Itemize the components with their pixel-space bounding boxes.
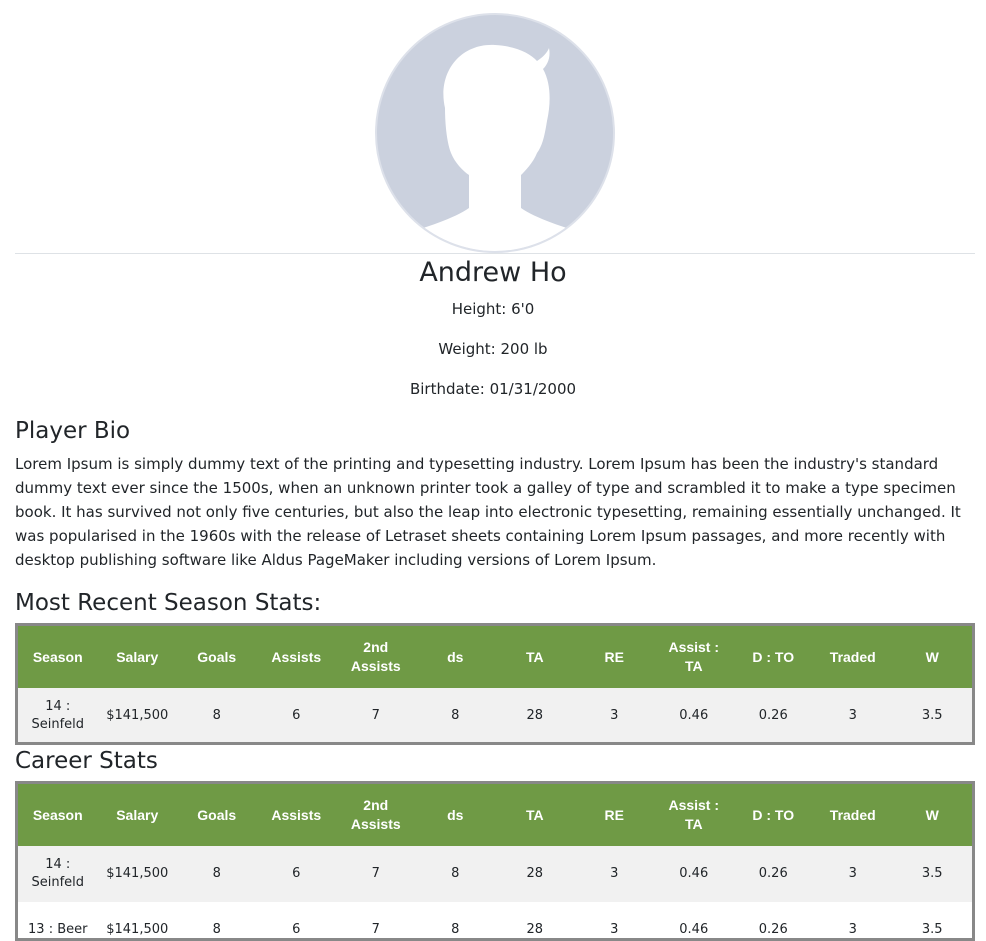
column-header: Traded xyxy=(813,626,893,688)
column-header: W xyxy=(892,626,972,688)
table-cell: 8 xyxy=(415,902,495,938)
table-cell: 3.5 xyxy=(892,846,972,902)
column-header: W xyxy=(892,784,972,846)
career-stats-title: Career Stats xyxy=(15,748,158,774)
table-cell: 3 xyxy=(574,688,654,742)
recent-stats-title: Most Recent Season Stats: xyxy=(15,590,322,616)
table-row: 14 : Seinfeld $141,500 8 6 7 8 28 3 0.46 0.26 3 3.5 xyxy=(18,688,972,742)
player-name: Andrew Ho xyxy=(419,257,567,288)
table-cell: 8 xyxy=(177,688,257,742)
table-cell: 28 xyxy=(495,902,575,938)
player-birthdate: Birthdate: 01/31/2000 xyxy=(409,380,577,398)
column-header: TA xyxy=(495,626,575,688)
column-header: Assists xyxy=(256,626,336,688)
table-cell: 0.46 xyxy=(654,902,734,938)
table-cell: 0.26 xyxy=(733,846,813,902)
column-header: Assists xyxy=(256,784,336,846)
column-header: Goals xyxy=(177,784,257,846)
table-cell: 7 xyxy=(336,688,416,742)
column-header: Traded xyxy=(813,784,893,846)
column-header: Assist : TA xyxy=(654,784,734,846)
table-cell: 6 xyxy=(256,688,336,742)
table-cell: 3.5 xyxy=(892,902,972,938)
table-cell: 3 xyxy=(574,902,654,938)
bio-text: Lorem Ipsum is simply dummy text of the … xyxy=(15,455,961,569)
table-cell: 7 xyxy=(336,846,416,902)
column-header: TA xyxy=(495,784,575,846)
table-cell: 3.5 xyxy=(892,688,972,742)
column-header: D : TO xyxy=(733,784,813,846)
table-cell: 3 xyxy=(813,902,893,938)
bio-title: Player Bio xyxy=(15,418,131,444)
table-cell: 8 xyxy=(177,902,257,938)
table-cell: 8 xyxy=(415,846,495,902)
table-cell: 7 xyxy=(336,902,416,938)
column-header: ds xyxy=(415,626,495,688)
column-header: Goals xyxy=(177,626,257,688)
table-cell: 8 xyxy=(415,688,495,742)
table-cell: 0.26 xyxy=(733,902,813,938)
column-header: Season xyxy=(18,784,98,846)
column-header: D : TO xyxy=(733,626,813,688)
table-cell: $141,500 xyxy=(97,902,177,938)
table-cell: 0.46 xyxy=(654,688,734,742)
table-cell: 13 : Beer xyxy=(18,902,98,938)
table-row: 13 : Beer $141,500 8 6 7 8 28 3 0.46 0.26 3 3.5 xyxy=(18,902,972,938)
table-cell: 28 xyxy=(495,688,575,742)
table-cell: 8 xyxy=(177,846,257,902)
column-header: RE xyxy=(574,626,654,688)
table-cell: 28 xyxy=(495,846,575,902)
person-silhouette-icon xyxy=(375,13,615,253)
table-cell: 6 xyxy=(256,846,336,902)
table-cell: 6 xyxy=(256,902,336,938)
table-header-row: Season Salary Goals Assists 2nd Assists ds TA R… xyxy=(18,784,972,846)
column-header: Season xyxy=(18,626,98,688)
column-header: 2nd Assists xyxy=(336,626,416,688)
table-cell: $141,500 xyxy=(97,688,177,742)
table-cell: 0.26 xyxy=(733,688,813,742)
table-cell: $141,500 xyxy=(97,846,177,902)
table-cell: 14 : Seinfeld xyxy=(18,688,98,742)
player-profile: Andrew Ho Height: 6'0 Weight: 200 lb Bir… xyxy=(0,254,986,409)
table-cell: 3 xyxy=(574,846,654,902)
career-stats-table: Season Salary Goals Assists 2nd Assists ds TA R… xyxy=(15,781,975,941)
table-cell: 3 xyxy=(813,688,893,742)
table-cell: 0.46 xyxy=(654,846,734,902)
column-header: 2nd Assists xyxy=(336,784,416,846)
column-header: Salary xyxy=(97,626,177,688)
column-header: Salary xyxy=(97,784,177,846)
recent-stats-table: Season Salary Goals Assists 2nd Assists ds TA R… xyxy=(15,623,975,745)
column-header: ds xyxy=(415,784,495,846)
column-header: RE xyxy=(574,784,654,846)
table-row: 14 : Seinfeld $141,500 8 6 7 8 28 3 0.46 0.26 3 3.5 xyxy=(18,846,972,902)
table-cell: 3 xyxy=(813,846,893,902)
player-height: Height: 6'0 xyxy=(451,300,535,318)
table-cell: 14 : Seinfeld xyxy=(18,846,98,902)
player-weight: Weight: 200 lb xyxy=(438,340,548,358)
avatar xyxy=(375,13,615,253)
column-header: Assist : TA xyxy=(654,626,734,688)
table-header-row: Season Salary Goals Assists 2nd Assists ds TA R… xyxy=(18,626,972,688)
